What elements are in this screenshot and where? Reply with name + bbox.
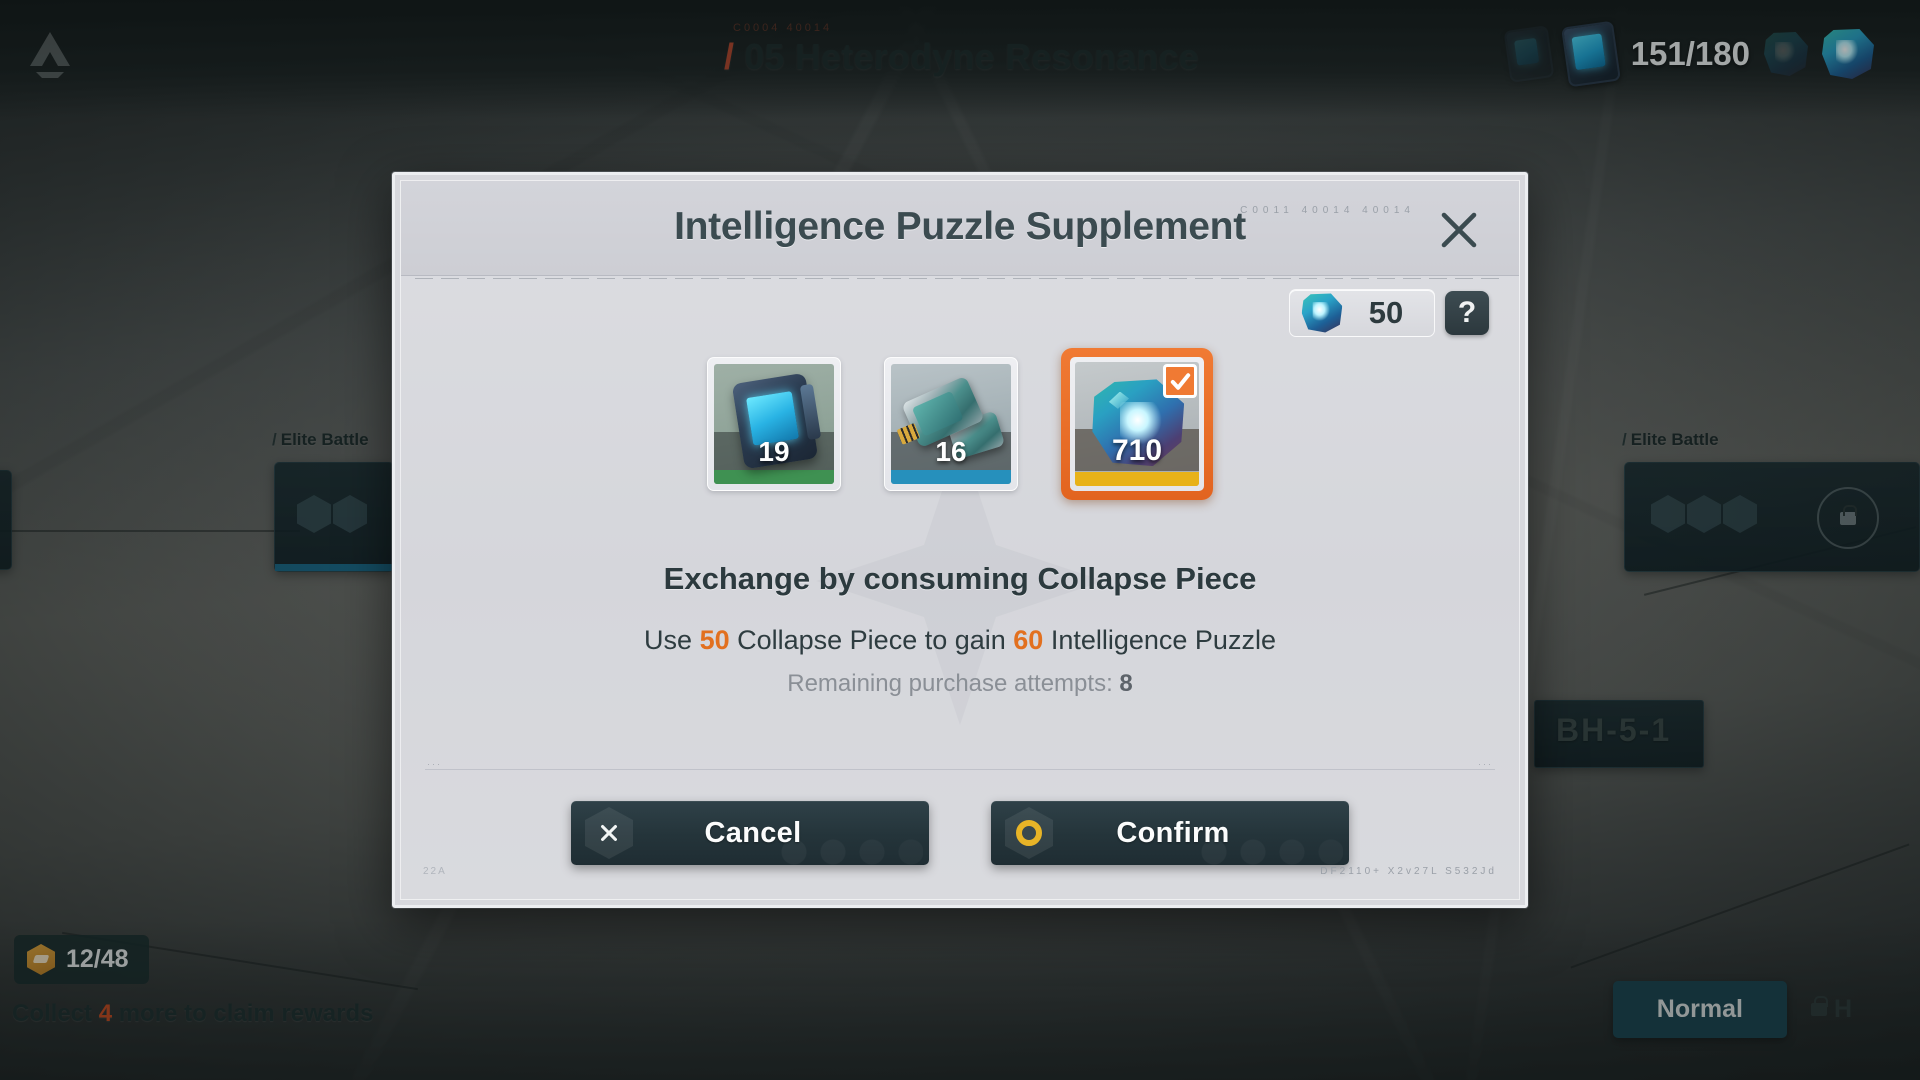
item-count: 16 — [935, 436, 967, 467]
cancel-badge — [585, 807, 633, 859]
item-count: 19 — [758, 436, 790, 467]
dialog-inner-frame: Intelligence Puzzle Supplement C0011 400… — [400, 180, 1520, 900]
close-icon — [1441, 212, 1477, 248]
exchange-part-3: Intelligence Puzzle — [1043, 625, 1276, 655]
currency-section: 50 ? — [1289, 289, 1489, 337]
close-icon — [601, 825, 617, 841]
item-card-key-chip[interactable]: 16 — [884, 357, 1018, 491]
dialog-footer-code-left: 22A — [423, 866, 447, 877]
dialog-header: Intelligence Puzzle Supplement C0011 400… — [401, 181, 1519, 279]
item-card-list: 19 16 710 — [401, 348, 1519, 500]
exchange-part-2: Collapse Piece to gain — [729, 625, 1014, 655]
confirm-ring-icon — [1016, 820, 1042, 846]
item-card-collapse-piece-crystal[interactable]: 710 — [1061, 348, 1213, 500]
exchange-description: Use 50 Collapse Piece to gain 60 Intelli… — [401, 625, 1519, 656]
checkmark-icon — [1170, 372, 1190, 390]
close-button[interactable] — [1427, 203, 1491, 257]
intelligence-puzzle-supplement-dialog: Intelligence Puzzle Supplement C0011 400… — [392, 172, 1528, 908]
dialog-action-buttons: Cancel Confirm — [401, 801, 1519, 865]
dialog-footer-code-right: DF2110+ X2v27L S532Jd — [1320, 866, 1497, 877]
exchange-headline: Exchange by consuming Collapse Piece — [663, 561, 1257, 596]
confirm-button-label: Confirm — [1116, 816, 1230, 849]
dialog-header-code: C0011 40014 40014 — [1240, 205, 1415, 216]
item-thumbnail: 19 — [714, 364, 834, 484]
item-card-intelligence-puzzle-device[interactable]: 19 — [707, 357, 841, 491]
item-card-inner: 710 — [1070, 357, 1204, 491]
dialog-separator — [425, 769, 1495, 770]
item-thumbnail: 16 — [891, 364, 1011, 484]
separator-tick-left: ··· — [427, 759, 442, 769]
help-button[interactable]: ? — [1445, 291, 1489, 335]
item-selected-checkbox[interactable] — [1163, 364, 1197, 398]
exchange-part-1: Use — [644, 625, 700, 655]
confirm-button[interactable]: Confirm — [991, 801, 1349, 865]
cancel-button[interactable]: Cancel — [571, 801, 929, 865]
cancel-button-label: Cancel — [704, 816, 802, 849]
remaining-attempts-label: Remaining purchase attempts: — [787, 670, 1120, 697]
collapse-piece-gem-icon — [1301, 293, 1343, 333]
currency-balance-pill[interactable]: 50 — [1289, 289, 1435, 337]
remaining-attempts-value: 8 — [1119, 670, 1133, 697]
separator-tick-right: ··· — [1478, 759, 1493, 769]
exchange-cost-value: 50 — [699, 625, 730, 655]
exchange-gain-value: 60 — [1013, 625, 1044, 655]
confirm-badge — [1005, 807, 1053, 859]
item-count: 710 — [1111, 434, 1163, 467]
remaining-attempts: Remaining purchase attempts: 8 — [401, 670, 1519, 698]
currency-balance-value: 50 — [1368, 295, 1404, 330]
